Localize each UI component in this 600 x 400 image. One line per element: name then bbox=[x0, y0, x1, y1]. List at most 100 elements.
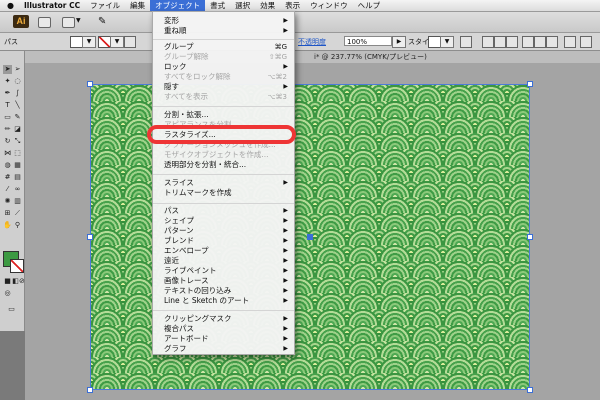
pencil-tool-icon[interactable]: ✏ bbox=[3, 125, 12, 134]
menu-item-line-and-sketch-art[interactable]: Line と Sketch のアート ▶ bbox=[153, 296, 294, 306]
menu-app-name[interactable]: Illustrator CC bbox=[19, 0, 85, 11]
menu-item-transform[interactable]: 変形 ▶ bbox=[153, 16, 294, 26]
menu-item-artboards[interactable]: アートボード ▶ bbox=[153, 334, 294, 344]
eraser-tool-icon[interactable]: ◪ bbox=[13, 125, 22, 134]
selection-center-point bbox=[307, 234, 313, 240]
menu-item-compound-path[interactable]: 複合パス ▶ bbox=[153, 324, 294, 334]
symbol-sprayer-tool-icon[interactable]: ✺ bbox=[3, 197, 12, 206]
menu-item-unlock-all[interactable]: すべてをロック解除 ⌥⌘2 bbox=[153, 72, 294, 82]
selection-handle-middle-left[interactable] bbox=[87, 234, 93, 240]
menu-item-hide[interactable]: 隠す ▶ bbox=[153, 82, 294, 92]
perspective-grid-tool-icon[interactable]: ▦ bbox=[13, 161, 22, 170]
menu-window[interactable]: ウィンドウ bbox=[305, 0, 353, 11]
stroke-weight-icon[interactable] bbox=[124, 36, 136, 48]
menu-item-group[interactable]: グループ ⌘G bbox=[153, 42, 294, 52]
menu-item-lock[interactable]: ロック ▶ bbox=[153, 62, 294, 72]
selection-handle-bottom-left[interactable] bbox=[87, 387, 93, 393]
fill-dropdown[interactable]: ▼ bbox=[82, 36, 96, 48]
mesh-tool-icon[interactable]: # bbox=[3, 173, 12, 182]
opacity-field[interactable]: 100% bbox=[344, 36, 392, 46]
menu-item-expand[interactable]: 分割・拡張... bbox=[153, 110, 294, 120]
zoom-tool-icon[interactable]: ⚲ bbox=[13, 221, 22, 230]
menu-item-create-trim-marks[interactable]: トリムマークを作成 bbox=[153, 188, 294, 198]
align-bottom-icon[interactable] bbox=[546, 36, 558, 48]
paintbrush-tool-icon[interactable]: ✎ bbox=[13, 113, 22, 122]
gradient-tool-icon[interactable]: ▤ bbox=[13, 173, 22, 182]
magic-wand-tool-icon[interactable]: ✦ bbox=[3, 77, 12, 86]
opacity-label[interactable]: 不透明度 bbox=[298, 37, 326, 47]
menu-item-live-paint[interactable]: ライブペイント ▶ bbox=[153, 266, 294, 276]
width-tool-icon[interactable]: ⋈ bbox=[3, 149, 12, 158]
menu-item-ungroup[interactable]: グループ解除 ⇧⌘G bbox=[153, 52, 294, 62]
none-mode-icon[interactable]: ⊘ bbox=[19, 277, 25, 286]
slice-tool-icon[interactable]: ⟋ bbox=[13, 209, 22, 218]
brush-icon[interactable]: ✎ bbox=[98, 16, 106, 27]
selection-tool-icon[interactable]: ➤ bbox=[3, 65, 12, 74]
free-transform-tool-icon[interactable]: ⬚ bbox=[13, 149, 22, 158]
menu-item-flatten-transparency[interactable]: 透明部分を分割・統合... bbox=[153, 160, 294, 170]
scale-tool-icon[interactable]: ⤡ bbox=[13, 137, 22, 146]
transform-icon[interactable] bbox=[564, 36, 576, 48]
menu-effect[interactable]: 効果 bbox=[255, 0, 280, 11]
recolor-artwork-icon[interactable] bbox=[460, 36, 472, 48]
menu-item-text-wrap[interactable]: テキストの回り込み ▶ bbox=[153, 286, 294, 296]
menu-edit[interactable]: 編集 bbox=[125, 0, 150, 11]
menu-item-show-all[interactable]: すべてを表示 ⌥⌘3 bbox=[153, 92, 294, 102]
selection-handle-top-right[interactable] bbox=[527, 81, 533, 87]
menu-item-arrange[interactable]: 重ね順 ▶ bbox=[153, 26, 294, 36]
hand-tool-icon[interactable]: ✋ bbox=[3, 221, 12, 230]
menu-item-shape[interactable]: シェイプ ▶ bbox=[153, 216, 294, 226]
menu-view[interactable]: 表示 bbox=[280, 0, 305, 11]
rectangle-tool-icon[interactable]: ▭ bbox=[3, 113, 12, 122]
document-tab[interactable]: i* @ 237.77% (CMYK/プレビュー) bbox=[314, 51, 427, 63]
menu-item-image-trace[interactable]: 画像トレース ▶ bbox=[153, 276, 294, 286]
selection-handle-middle-right[interactable] bbox=[527, 234, 533, 240]
menu-item-label: トリムマークを作成 bbox=[164, 188, 232, 197]
menu-type[interactable]: 書式 bbox=[205, 0, 230, 11]
eyedropper-tool-icon[interactable]: ⁄ bbox=[3, 185, 12, 194]
apple-icon[interactable]: ● bbox=[0, 0, 19, 11]
arrange-dropdown-icon[interactable]: ▼ bbox=[76, 17, 81, 24]
panel-menu-icon[interactable] bbox=[580, 36, 592, 48]
menu-item-graph[interactable]: グラフ ▶ bbox=[153, 344, 294, 354]
graphic-style-dropdown[interactable]: ▼ bbox=[440, 36, 454, 48]
menu-item-perspective[interactable]: 遠近 ▶ bbox=[153, 256, 294, 266]
menu-file[interactable]: ファイル bbox=[85, 0, 125, 11]
bridge-icon[interactable] bbox=[38, 17, 51, 28]
menu-item-label: すべてをロック解除 bbox=[164, 72, 231, 81]
align-middle-icon[interactable] bbox=[534, 36, 546, 48]
menu-item-clipping-mask[interactable]: クリッピングマスク ▶ bbox=[153, 314, 294, 324]
menu-select[interactable]: 選択 bbox=[230, 0, 255, 11]
menu-item-envelope-distort[interactable]: エンベロープ ▶ bbox=[153, 246, 294, 256]
type-tool-icon[interactable]: T bbox=[3, 101, 12, 110]
screen-mode-icon[interactable]: ▭ bbox=[7, 305, 16, 314]
align-top-icon[interactable] bbox=[522, 36, 534, 48]
rotate-tool-icon[interactable]: ↻ bbox=[3, 137, 12, 146]
stroke-color-icon[interactable] bbox=[10, 259, 24, 273]
align-center-icon[interactable] bbox=[494, 36, 506, 48]
shape-builder-tool-icon[interactable]: ◍ bbox=[3, 161, 12, 170]
curvature-tool-icon[interactable]: ∫ bbox=[13, 89, 22, 98]
menu-item-slice[interactable]: スライス ▶ bbox=[153, 178, 294, 188]
menu-item-pattern[interactable]: パターン ▶ bbox=[153, 226, 294, 236]
direct-selection-tool-icon[interactable]: ➢ bbox=[13, 65, 22, 74]
draw-mode-icon[interactable]: ◎ bbox=[3, 289, 12, 298]
line-tool-icon[interactable]: ╲ bbox=[13, 101, 22, 110]
menu-object[interactable]: オブジェクト bbox=[150, 0, 206, 11]
graph-tool-icon[interactable]: ▥ bbox=[13, 197, 22, 206]
arrange-documents-icon[interactable] bbox=[62, 17, 75, 28]
stroke-dropdown[interactable]: ▼ bbox=[110, 36, 124, 48]
menu-item-blend[interactable]: ブレンド ▶ bbox=[153, 236, 294, 246]
pen-tool-icon[interactable]: ✒ bbox=[3, 89, 12, 98]
menu-item-path[interactable]: パス ▶ bbox=[153, 206, 294, 216]
selection-handle-bottom-right[interactable] bbox=[527, 387, 533, 393]
menu-item-create-object-mosaic[interactable]: モザイクオブジェクトを作成... bbox=[153, 150, 294, 160]
align-right-icon[interactable] bbox=[506, 36, 518, 48]
selection-handle-top-left[interactable] bbox=[87, 81, 93, 87]
blend-tool-icon[interactable]: ∞ bbox=[13, 185, 22, 194]
align-left-icon[interactable] bbox=[482, 36, 494, 48]
opacity-dropdown[interactable]: ▶ bbox=[392, 36, 406, 48]
lasso-tool-icon[interactable]: ◌ bbox=[13, 77, 22, 86]
artboard-tool-icon[interactable]: ⊞ bbox=[3, 209, 12, 218]
menu-help[interactable]: ヘルプ bbox=[353, 0, 386, 11]
